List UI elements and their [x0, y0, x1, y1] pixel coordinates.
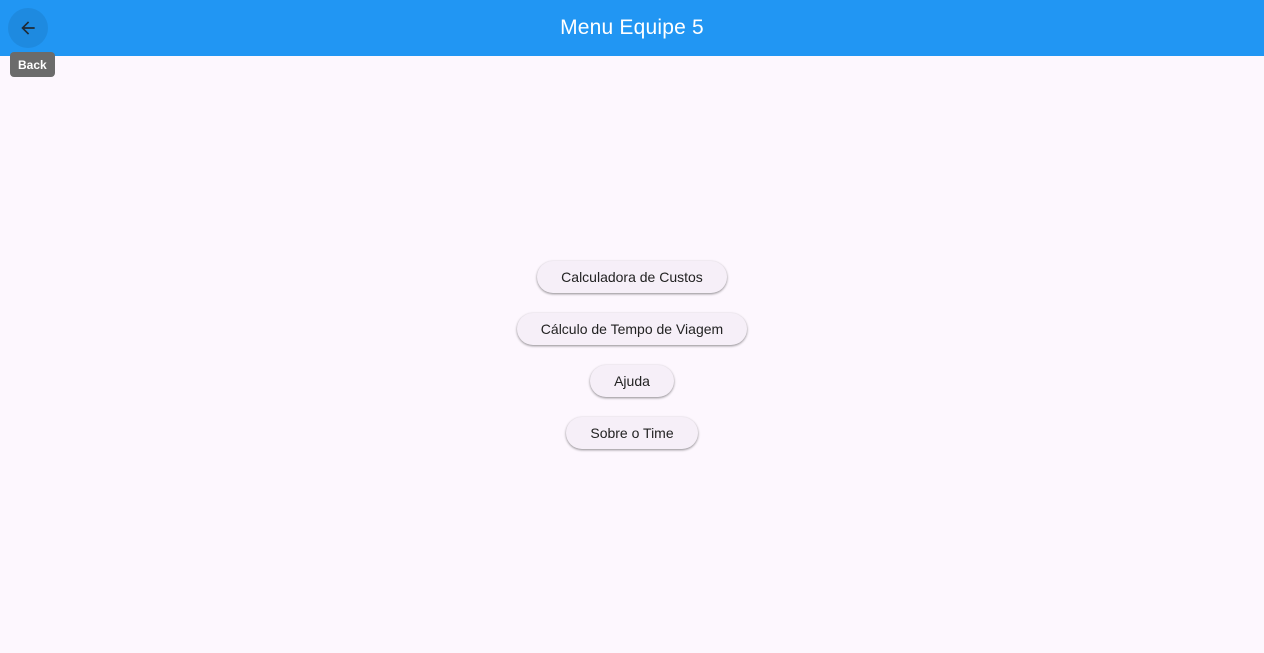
- calculo-tempo-viagem-button[interactable]: Cálculo de Tempo de Viagem: [516, 313, 748, 345]
- back-tooltip: Back: [10, 52, 55, 77]
- app-bar: Menu Equipe 5: [0, 0, 1264, 56]
- ajuda-button[interactable]: Ajuda: [590, 365, 674, 397]
- menu-list: Calculadora de Custos Cálculo de Tempo d…: [0, 261, 1264, 469]
- calculadora-de-custos-button[interactable]: Calculadora de Custos: [537, 261, 727, 293]
- back-button[interactable]: [8, 8, 48, 48]
- page-title: Menu Equipe 5: [560, 16, 704, 39]
- arrow-back-icon: [18, 18, 38, 38]
- sobre-o-time-button[interactable]: Sobre o Time: [566, 417, 698, 449]
